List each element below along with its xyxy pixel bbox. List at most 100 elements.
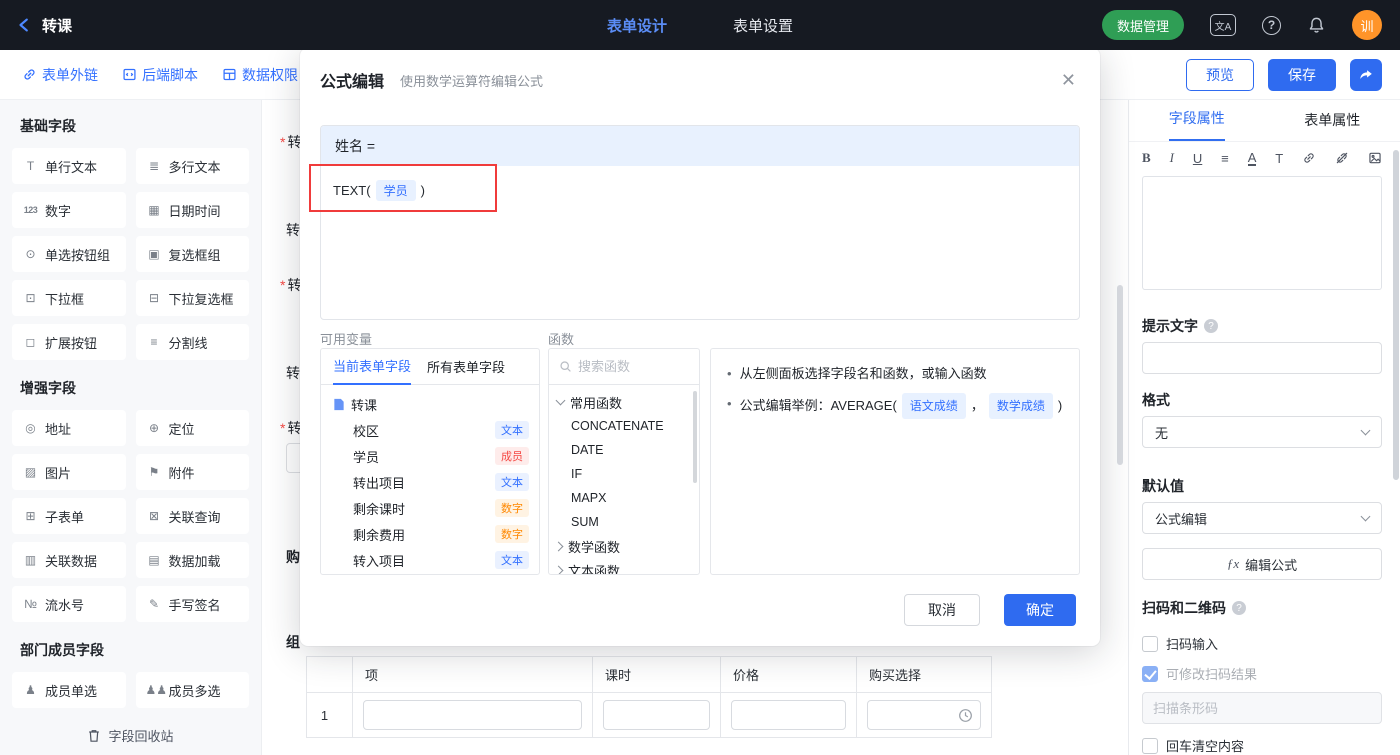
function-item[interactable]: SUM (549, 510, 699, 534)
group-math-functions[interactable]: 数学函数 (549, 534, 699, 558)
variable-row[interactable]: 剩余费用 数字 (321, 521, 539, 547)
data-loading-icon: ▤ (148, 553, 160, 567)
group-text-functions[interactable]: 文本函数 (549, 558, 699, 574)
item-input[interactable] (363, 700, 582, 730)
align-icon[interactable]: ≡ (1221, 151, 1229, 166)
user-avatar[interactable]: 训 (1352, 10, 1382, 40)
format-select[interactable]: 无 (1142, 416, 1382, 448)
function-search[interactable] (549, 349, 699, 385)
hours-input[interactable] (603, 700, 710, 730)
font-size-icon[interactable]: T (1275, 151, 1283, 166)
field-number[interactable]: 123 数字 (12, 192, 126, 228)
field-signature[interactable]: ✎ 手写签名 (135, 586, 249, 622)
field-member-multi[interactable]: ♟♟ 成员多选 (135, 672, 249, 708)
function-item[interactable]: MAPX (549, 486, 699, 510)
data-permission-button[interactable]: 数据权限 (222, 65, 298, 85)
fx-icon: ƒx (1226, 556, 1240, 571)
field-divider[interactable]: ≡ 分割线 (135, 324, 249, 360)
link-icon[interactable] (1302, 151, 1316, 165)
group-common-functions[interactable]: 常用函数 (549, 390, 699, 414)
cancel-button[interactable]: 取消 (904, 594, 980, 626)
number-icon: 123 (23, 205, 38, 215)
field-linked-data[interactable]: ▥ 关联数据 (12, 542, 126, 578)
variable-row[interactable]: 转出项目 文本 (321, 469, 539, 495)
canvas-scrollbar[interactable] (1117, 285, 1123, 465)
field-linked-query[interactable]: ⊠ 关联查询 (135, 498, 249, 534)
checkbox-unchecked[interactable] (1142, 737, 1158, 754)
function-search-input[interactable] (578, 359, 678, 374)
bold-icon[interactable]: B (1142, 150, 1151, 166)
form-section-label: 组 (286, 634, 300, 650)
field-address[interactable]: ◎ 地址 (12, 410, 126, 446)
translate-icon[interactable]: 文A (1210, 14, 1236, 36)
variable-row[interactable]: 校区 文本 (321, 417, 539, 443)
field-tag-student[interactable]: 学员 (375, 180, 416, 201)
variable-row[interactable]: 剩余课时 数字 (321, 495, 539, 521)
field-location[interactable]: ⊕ 定位 (135, 410, 249, 446)
formula-expression[interactable]: TEXT(学员) (321, 166, 1079, 215)
tab-all-form-fields[interactable]: 所有表单字段 (427, 357, 505, 384)
unlink-icon[interactable] (1335, 151, 1349, 165)
backend-script-button[interactable]: 后端脚本 (122, 65, 198, 85)
member-multi-icon: ♟♟ (145, 683, 168, 697)
preview-button[interactable]: 预览 (1186, 58, 1254, 91)
tab-field-properties[interactable]: 字段属性 (1129, 100, 1265, 141)
back-icon[interactable] (16, 16, 34, 34)
close-icon[interactable]: ✕ (1061, 71, 1076, 89)
edit-formula-button[interactable]: ƒx 编辑公式 (1142, 548, 1382, 580)
field-recycle-bin[interactable]: 字段回收站 (0, 726, 261, 745)
scan-input-checkbox[interactable]: 扫码输入 (1142, 634, 1218, 653)
default-value-select[interactable]: 公式编辑 (1142, 502, 1382, 534)
underline-icon[interactable]: U (1193, 151, 1202, 166)
scan-barcode-input[interactable] (1142, 692, 1382, 724)
field-dropdown[interactable]: ⊡ 下拉框 (12, 280, 126, 316)
window-scrollbar[interactable] (1393, 150, 1399, 480)
question-icon[interactable]: ? (1204, 319, 1218, 333)
tab-form-properties[interactable]: 表单属性 (1265, 100, 1400, 141)
tab-current-form-fields[interactable]: 当前表单字段 (333, 356, 412, 385)
checkbox-unchecked[interactable] (1142, 635, 1158, 652)
insert-image-icon[interactable] (1368, 151, 1382, 165)
field-datetime[interactable]: ▦ 日期时间 (135, 192, 249, 228)
formula-editor[interactable]: 姓名 = TEXT(学员) (320, 125, 1080, 320)
field-serial-number[interactable]: № 流水号 (12, 586, 126, 622)
function-item[interactable]: IF (549, 462, 699, 486)
font-color-icon[interactable]: A (1247, 151, 1257, 166)
field-subform[interactable]: ⊞ 子表单 (12, 498, 126, 534)
help-line: • 从左侧面板选择字段名和函数，或输入函数 (727, 363, 1063, 385)
italic-icon[interactable]: I (1170, 150, 1174, 166)
field-title-editor[interactable] (1142, 176, 1382, 290)
tab-form-settings[interactable]: 表单设置 (733, 15, 793, 36)
functions-scrollbar[interactable] (693, 391, 697, 483)
field-checkbox-group[interactable]: ▣ 复选框组 (135, 236, 249, 272)
field-data-loading[interactable]: ▤ 数据加载 (135, 542, 249, 578)
enter-clear-checkbox[interactable]: 回车清空内容 (1142, 736, 1244, 755)
field-multi-dropdown[interactable]: ⊟ 下拉复选框 (135, 280, 249, 316)
form-external-link-button[interactable]: 表单外链 (22, 65, 98, 85)
confirm-button[interactable]: 确定 (1004, 594, 1076, 626)
hint-text-input[interactable] (1142, 342, 1382, 374)
data-manage-button[interactable]: 数据管理 (1101, 10, 1184, 40)
form-node[interactable]: 转课 (321, 391, 539, 417)
function-item[interactable]: CONCATENATE (549, 414, 699, 438)
question-icon[interactable]: ? (1232, 601, 1246, 615)
price-input[interactable] (731, 700, 846, 730)
field-image[interactable]: ▨ 图片 (12, 454, 126, 490)
purchase-input[interactable] (867, 700, 981, 730)
field-member-single[interactable]: ♟ 成员单选 (12, 672, 126, 708)
checkbox-checked[interactable] (1142, 665, 1158, 682)
modify-scan-result-checkbox[interactable]: 可修改扫码结果 (1142, 664, 1257, 683)
help-icon[interactable]: ? (1262, 15, 1281, 35)
field-multi-line-text[interactable]: ≣ 多行文本 (135, 148, 249, 184)
share-button[interactable] (1350, 58, 1382, 91)
save-button[interactable]: 保存 (1268, 58, 1336, 91)
variable-row[interactable]: 学员 成员 (321, 443, 539, 469)
variable-row[interactable]: 转入项目 文本 (321, 547, 539, 573)
function-item[interactable]: DATE (549, 438, 699, 462)
field-extend-button[interactable]: ◻ 扩展按钮 (12, 324, 126, 360)
field-radio-group[interactable]: ⊙ 单选按钮组 (12, 236, 126, 272)
field-attachment[interactable]: ⚑ 附件 (135, 454, 249, 490)
tab-form-design[interactable]: 表单设计 (607, 15, 667, 36)
field-single-line-text[interactable]: T 单行文本 (12, 148, 126, 184)
notifications-icon[interactable] (1307, 16, 1326, 35)
